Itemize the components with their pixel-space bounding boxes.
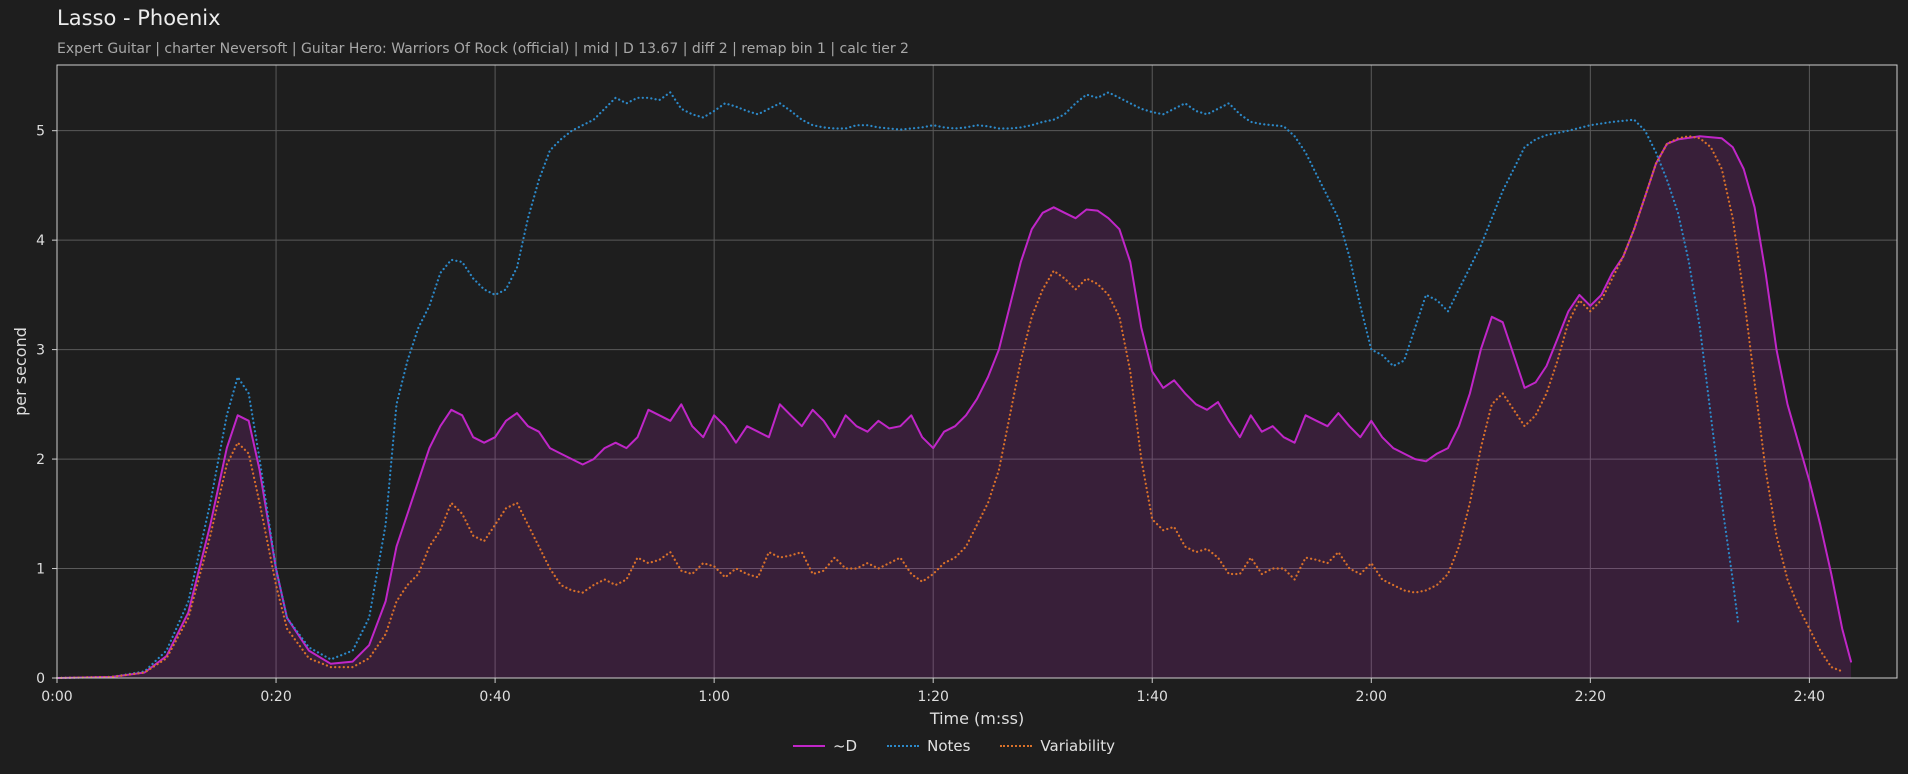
y-tick-label: 0 <box>36 671 45 687</box>
x-tick-label: 1:20 <box>917 689 948 705</box>
legend-swatch-notes <box>887 745 920 747</box>
legend-label-notes: Notes <box>927 737 971 755</box>
x-tick-label: 0:40 <box>479 689 510 705</box>
legend-swatch-d <box>792 745 825 747</box>
x-tick-label: 1:40 <box>1137 689 1168 705</box>
x-tick-label: 2:00 <box>1356 689 1387 705</box>
y-axis-label: per second <box>11 327 30 416</box>
chart-plot: 0:00 0:20 0:40 1:00 1:20 1:40 2:00 2:20 2:40 0 1 2 3… <box>11 64 1898 728</box>
x-tick-label: 0:00 <box>41 689 72 705</box>
legend-swatch-variability <box>1000 745 1033 747</box>
y-tick-label: 5 <box>36 124 45 140</box>
y-tick-label: 1 <box>36 562 45 578</box>
legend: ~D Notes Variability <box>0 737 1908 755</box>
legend-label-d: ~D <box>832 737 858 755</box>
series-area-d <box>57 136 1851 678</box>
legend-item-d: ~D <box>792 737 858 755</box>
x-tick-label: 0:20 <box>260 689 291 705</box>
x-tick-label: 2:40 <box>1794 689 1825 705</box>
series-layer <box>55 91 1852 680</box>
legend-item-notes: Notes <box>887 737 970 755</box>
x-axis-label: Time (m:ss) <box>929 709 1024 728</box>
x-tick-label: 1:00 <box>698 689 729 705</box>
y-tick-label: 4 <box>36 233 45 249</box>
legend-label-variability: Variability <box>1040 737 1116 755</box>
legend-item-variability: Variability <box>1000 737 1115 755</box>
y-tick-label: 3 <box>36 343 45 359</box>
y-tick-label: 2 <box>36 452 45 468</box>
x-tick-label: 2:20 <box>1575 689 1606 705</box>
